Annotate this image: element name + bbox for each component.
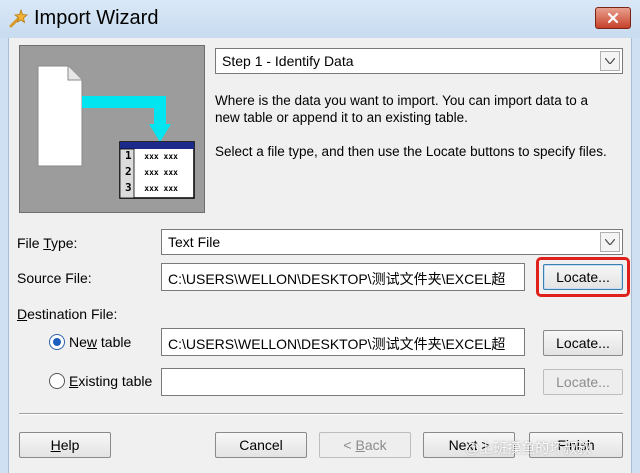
new-table-value: C:\USERS\WELLON\DESKTOP\测试文件夹\EXCEL超: [168, 336, 506, 352]
label-text: Ne: [69, 334, 87, 350]
file-type-label: File Type:: [17, 235, 77, 251]
existing-table-locate-button[interactable]: Locate...: [543, 369, 623, 395]
new-table-radio[interactable]: [49, 334, 65, 350]
back-button[interactable]: < Back: [319, 432, 411, 458]
file-type-value: Text File: [168, 234, 221, 250]
file-type-select[interactable]: Text File: [161, 229, 623, 255]
chevron-down-icon[interactable]: [600, 51, 620, 71]
label-accesskey: T: [43, 235, 51, 251]
label-text: xisting table: [78, 373, 153, 389]
existing-table-field[interactable]: [161, 368, 525, 396]
label-text: estination File:: [27, 306, 118, 322]
source-file-field[interactable]: C:\USERS\WELLON\DESKTOP\测试文件夹\EXCEL超: [161, 263, 525, 291]
new-table-locate-label: Locate...: [556, 335, 610, 351]
row-cells: xxx xxx: [144, 184, 178, 193]
import-diagram-icon: [37, 65, 195, 199]
step-select[interactable]: Step 1 - Identify Data: [215, 48, 623, 74]
destination-file-label: Destination File:: [17, 306, 117, 322]
chevron-down-icon[interactable]: [600, 232, 620, 252]
existing-table-label[interactable]: Existing table: [69, 373, 152, 389]
label-text: ype:: [50, 235, 78, 251]
back-label: < Back: [343, 437, 387, 453]
cancel-button[interactable]: Cancel: [215, 432, 307, 458]
wizard-wand-icon: [9, 8, 28, 28]
step-select-value: Step 1 - Identify Data: [222, 53, 354, 69]
help-button[interactable]: Help: [19, 432, 111, 458]
row-number: 1: [125, 149, 132, 162]
illustration-row-3: 3 xxx xxx: [125, 181, 178, 194]
help-label: Help: [50, 437, 80, 453]
watermark-text: @上班摸鱼的坏叔叔: [465, 440, 592, 456]
illustration-row-2: 2 xxx xxx: [125, 165, 178, 178]
existing-table-locate-label: Locate...: [556, 374, 610, 390]
source-file-value: C:\USERS\WELLON\DESKTOP\测试文件夹\EXCEL超: [168, 271, 506, 287]
label-accesskey: w: [86, 334, 98, 350]
existing-table-radio[interactable]: [49, 373, 65, 389]
description-paragraph-2: Select a file type, and then use the Loc…: [215, 144, 607, 159]
new-table-label[interactable]: New table: [69, 334, 131, 350]
wizard-body: 1 xxx xxx 2 xxx xxx 3 xxx xxx Step 1 - I…: [8, 38, 632, 473]
label-text: File: [17, 235, 44, 251]
cancel-label: Cancel: [239, 437, 283, 453]
window-title: Import Wizard: [34, 7, 159, 29]
source-file-label: Source File:: [17, 270, 92, 286]
row-number: 2: [125, 165, 132, 178]
highlight-box: [536, 257, 630, 297]
label-accesskey: E: [69, 373, 79, 389]
row-cells: xxx xxx: [144, 152, 178, 161]
title-bar: Import Wizard: [0, 0, 640, 38]
footer-divider: [19, 413, 623, 415]
label-accesskey: D: [17, 306, 28, 322]
row-cells: xxx xxx: [144, 168, 178, 177]
close-icon: [607, 12, 619, 24]
close-button[interactable]: [595, 7, 631, 29]
new-table-field[interactable]: C:\USERS\WELLON\DESKTOP\测试文件夹\EXCEL超: [161, 328, 525, 356]
description-paragraph-1: Where is the data you want to import. Yo…: [215, 93, 588, 125]
illustration-row-1: 1 xxx xxx: [125, 149, 178, 162]
row-number: 3: [125, 181, 132, 194]
label-text: table: [97, 334, 132, 350]
new-table-locate-button[interactable]: Locate...: [543, 330, 623, 356]
